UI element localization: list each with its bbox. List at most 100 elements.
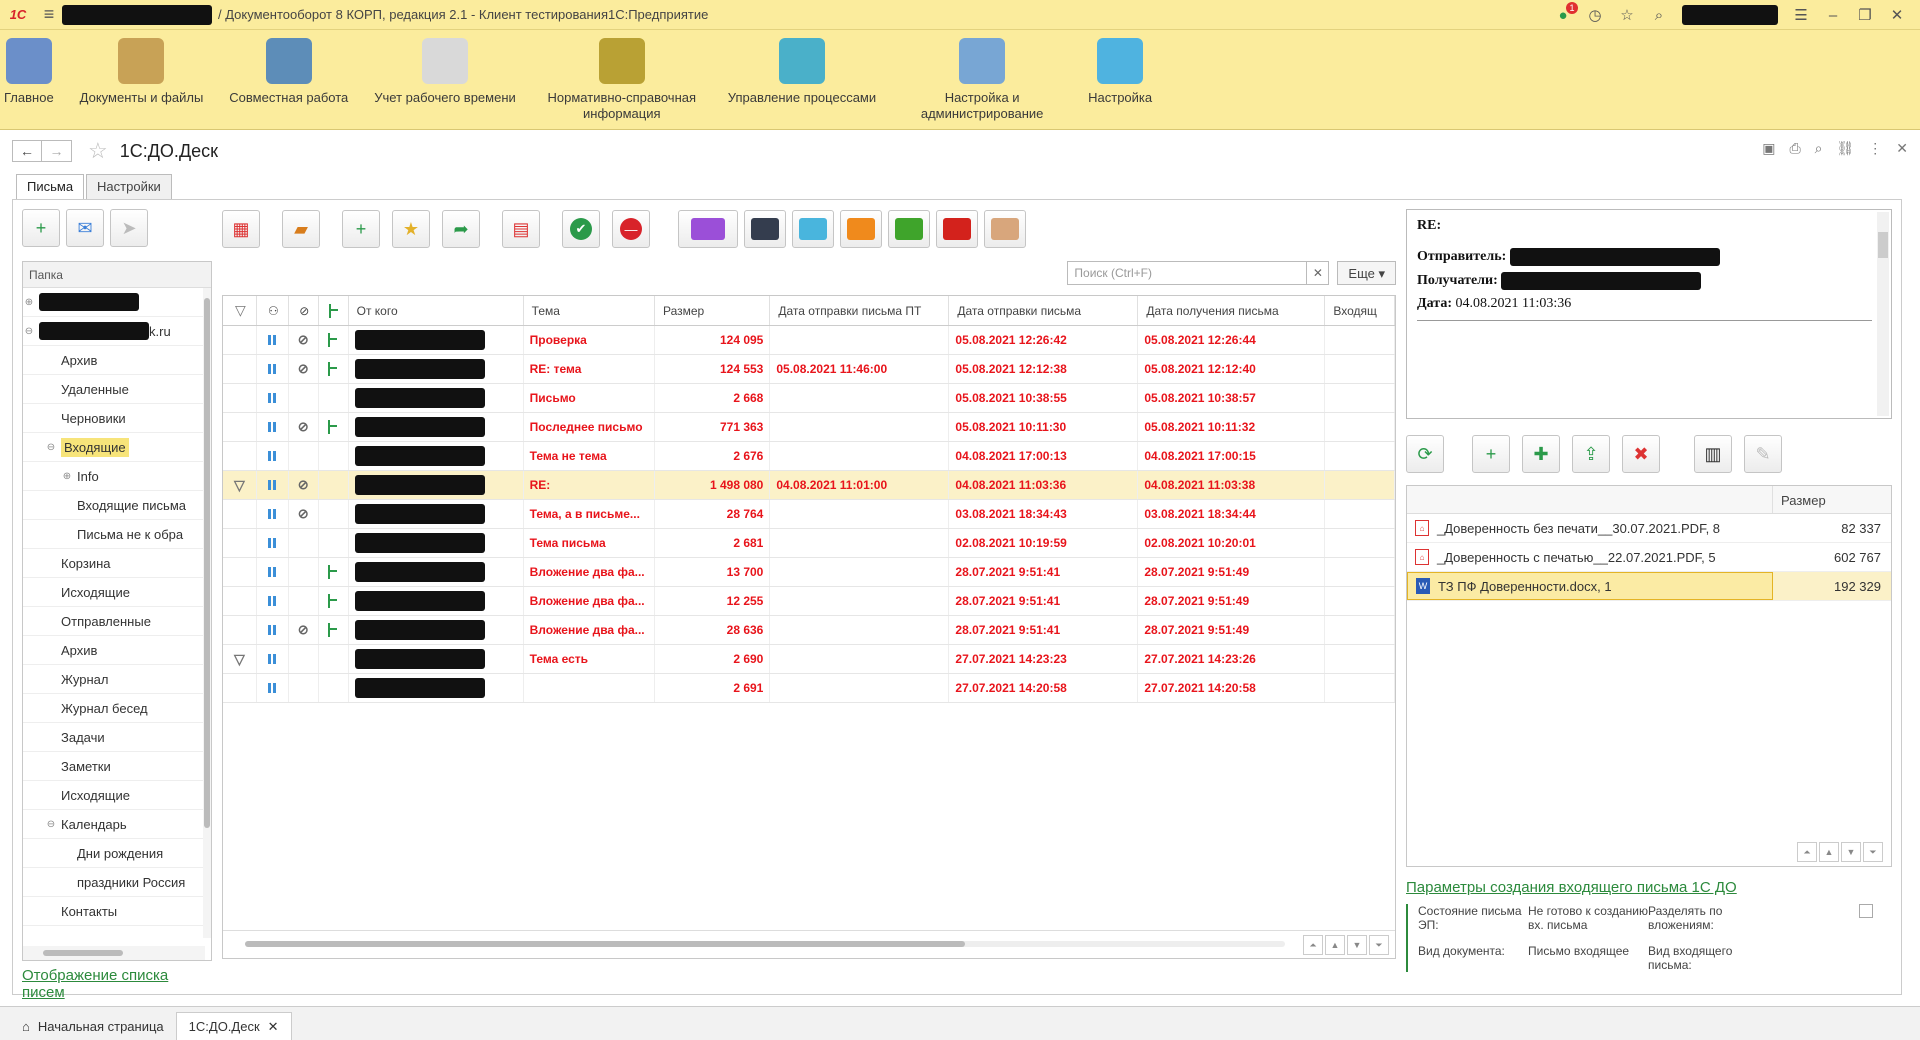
att-first-icon[interactable]: ⏶ (1797, 842, 1817, 862)
main-menu-icon[interactable]: ≡ (36, 4, 62, 25)
section-7[interactable]: Настройка (1088, 30, 1152, 106)
column-incoming[interactable]: Входящ (1325, 296, 1395, 325)
reject-button[interactable]: — (612, 210, 650, 248)
export-file-button[interactable]: ⇪ (1572, 435, 1610, 473)
search-icon[interactable]: ⌕ (1650, 6, 1668, 24)
close-form-icon[interactable]: ✕ (1896, 140, 1908, 157)
filter-column-icon[interactable]: ▽ (223, 296, 257, 325)
folder-item[interactable]: Письма не к обра (23, 520, 211, 549)
mark-letter-button[interactable]: ★ (392, 210, 430, 248)
table-row[interactable]: ⊘ Тема, а в письме... 28 764 03.08.2021 18:… (223, 500, 1395, 529)
folder-item[interactable]: Отправленные (23, 607, 211, 636)
column-sent-pt[interactable]: Дата отправки письма ПТ (770, 296, 950, 325)
table-row[interactable]: ⊘ RE: тема 124 553 05.08.2021 11:46:00 05.08… (223, 355, 1395, 384)
refresh-button[interactable]: ⟳ (1406, 435, 1444, 473)
link-icon[interactable]: ⛓ (1836, 140, 1854, 157)
folder-item[interactable]: Исходящие (23, 578, 211, 607)
folder-item[interactable]: Архив (23, 346, 211, 375)
forward-button[interactable]: → (42, 140, 72, 162)
doctype-value[interactable]: Письмо входящее (1528, 944, 1648, 972)
att-prev-icon[interactable]: ▲ (1819, 842, 1839, 862)
next-page-icon[interactable]: ▼ (1347, 935, 1367, 955)
att-last-icon[interactable]: ⏷ (1863, 842, 1883, 862)
tree-root-2[interactable]: ⊖ k.ru (23, 317, 211, 346)
folder-item[interactable]: праздники Россия (23, 868, 211, 897)
folder-item[interactable]: Контакты (23, 897, 211, 926)
tree-column-icon[interactable] (319, 296, 349, 325)
archive-button[interactable]: ▤ (502, 210, 540, 248)
attachment-row[interactable]: ⌂ _Доверенность без печати__30.07.2021.PD… (1407, 514, 1891, 543)
favorite-star-icon[interactable]: ☆ (88, 138, 108, 164)
back-button[interactable]: ← (12, 140, 42, 162)
books-button[interactable]: ▰ (282, 210, 320, 248)
column-size[interactable]: Размер (655, 296, 771, 325)
table-row[interactable]: ⊘ Проверка 124 095 05.08.2021 12:26:42 05.08… (223, 326, 1395, 355)
color-folder-button[interactable] (744, 210, 786, 248)
close-tab-icon[interactable]: ✕ (268, 1019, 279, 1035)
att-next-icon[interactable]: ▼ (1841, 842, 1861, 862)
more-actions-icon[interactable]: ⋮ (1868, 140, 1882, 157)
clear-search-button[interactable]: ✕ (1307, 261, 1330, 285)
color-folder-button[interactable] (792, 210, 834, 248)
color-folder-button[interactable] (840, 210, 882, 248)
section-2[interactable]: Совместная работа (229, 30, 348, 106)
favorites-icon[interactable]: ☆ (1618, 6, 1636, 24)
expander-icon[interactable]: ⊖ (45, 442, 57, 453)
folder-item[interactable]: Черновики (23, 404, 211, 433)
folder-item[interactable]: Архив (23, 636, 211, 665)
column-received[interactable]: Дата получения письма (1138, 296, 1326, 325)
column-subject[interactable]: Тема (524, 296, 655, 325)
table-row[interactable]: ▽ ⊘ RE: 1 498 080 04.08.2021 11:01:00 04.08.2… (223, 471, 1395, 500)
save-icon[interactable]: ▣ (1762, 140, 1775, 157)
section-5[interactable]: Управление процессами (728, 30, 876, 106)
add-attachment-button[interactable]: + (1472, 435, 1510, 473)
table-row[interactable]: Тема не тема 2 676 04.08.2021 17:00:13 04.0… (223, 442, 1395, 471)
move-folder-button[interactable]: ➤ (110, 209, 148, 247)
sign-button[interactable]: ✎ (1744, 435, 1782, 473)
history-icon[interactable]: ◷ (1586, 6, 1604, 24)
folder-item[interactable]: ⊖ Календарь (23, 810, 211, 839)
preview-scrollbar[interactable] (1877, 212, 1889, 416)
barcode-button[interactable]: ▥ (1694, 435, 1732, 473)
attachment-row[interactable]: W ТЗ ПФ Доверенности.docx, 1 192 329 (1407, 572, 1891, 601)
params-link[interactable]: Параметры создания входящего письма 1С Д… (1406, 879, 1892, 896)
settings-menu-icon[interactable]: ☰ (1792, 6, 1810, 24)
tree-vertical-scrollbar[interactable] (203, 288, 211, 938)
letters-view-button[interactable]: ▦ (222, 210, 260, 248)
incoming-type-value[interactable] (1763, 944, 1883, 972)
folder-item[interactable]: ⊖ Входящие (23, 433, 211, 462)
attachments-size-header[interactable]: Размер (1773, 486, 1834, 513)
expander-icon[interactable]: ⊕ (61, 471, 73, 482)
section-6[interactable]: Настройка и администрирование (902, 30, 1062, 122)
folder-item[interactable]: Исходящие (23, 781, 211, 810)
table-row[interactable]: ▽ Тема есть 2 690 27.07.2021 14:23:23 27.07.… (223, 645, 1395, 674)
folder-item[interactable]: Журнал бесед (23, 694, 211, 723)
color-folder-button[interactable] (888, 210, 930, 248)
folder-item[interactable]: Журнал (23, 665, 211, 694)
column-from[interactable]: От кого (349, 296, 524, 325)
notifications-icon[interactable]: ● 1 (1554, 2, 1578, 24)
delete-file-button[interactable]: ✖ (1622, 435, 1660, 473)
table-row[interactable]: Вложение два фа... 13 700 28.07.2021 9:51:… (223, 558, 1395, 587)
folder-item[interactable]: ⊕ Info (23, 462, 211, 491)
forward-letter-button[interactable]: ➦ (442, 210, 480, 248)
create-letter-button[interactable]: + (342, 210, 380, 248)
more-button[interactable]: Еще ▾ (1337, 261, 1396, 285)
folder-item[interactable]: Задачи (23, 723, 211, 752)
section-0[interactable]: Главное (4, 30, 54, 106)
section-4[interactable]: Нормативно-справочная информация (542, 30, 702, 122)
add-folder-button[interactable]: + (22, 209, 60, 247)
color-folder-button[interactable] (984, 210, 1026, 248)
table-row[interactable]: Тема письма 2 681 02.08.2021 10:19:59 02.08… (223, 529, 1395, 558)
section-1[interactable]: Документы и файлы (80, 30, 203, 106)
show-letters-list-link[interactable]: Отображение списка писем (22, 967, 212, 1001)
expander-icon[interactable]: ⊖ (45, 819, 57, 830)
attachment-column-icon[interactable]: ⊘ (289, 296, 319, 325)
folder-item[interactable]: Входящие письма (23, 491, 211, 520)
print-icon[interactable]: ⎙ (1789, 140, 1800, 157)
last-page-icon[interactable]: ⏷ (1369, 935, 1389, 955)
folder-item[interactable]: Дни рождения (23, 839, 211, 868)
table-row[interactable]: Письмо 2 668 05.08.2021 10:38:55 05.08.2021… (223, 384, 1395, 413)
approve-button[interactable]: ✔ (562, 210, 600, 248)
tab-settings[interactable]: Настройки (86, 174, 172, 200)
